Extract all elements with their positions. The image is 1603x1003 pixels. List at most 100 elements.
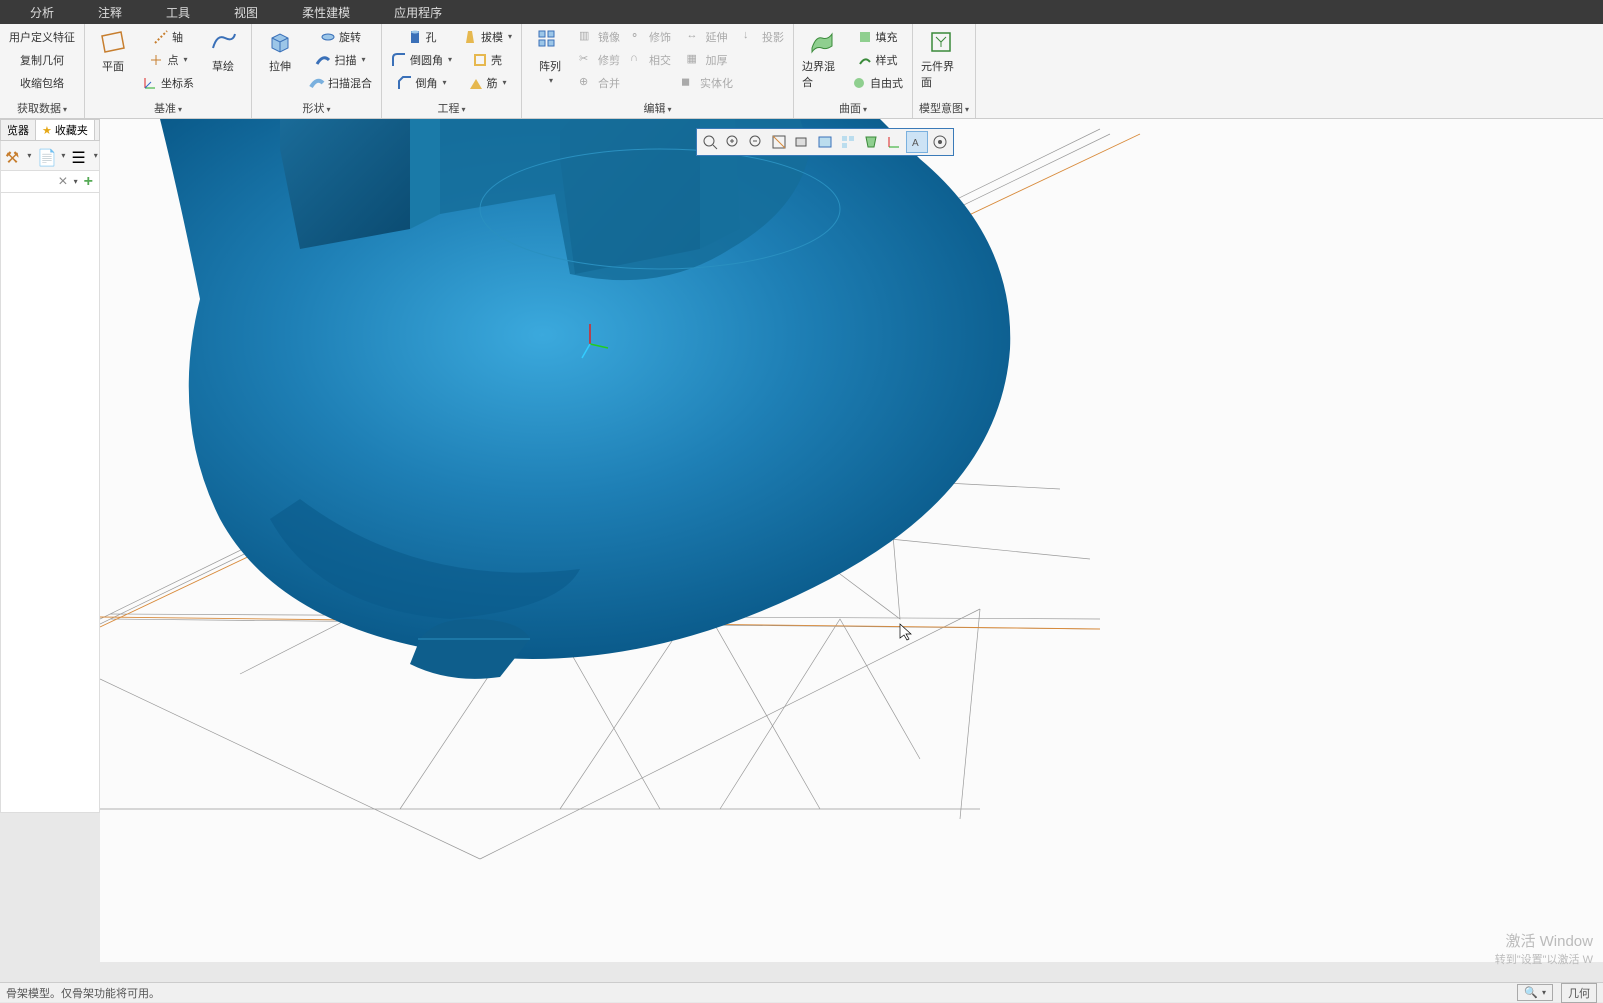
fix-icon: ⚬ [630,29,646,45]
shell-icon [472,52,488,68]
zoom-out-icon [748,134,764,150]
rib-icon [468,75,484,91]
menu-bar: 分析 注释 工具 视图 柔性建模 应用程序 [0,0,1603,24]
tab-favorites[interactable]: ★收藏夹 [36,120,95,140]
intersect-icon: ∩ [630,52,646,68]
spin-center-button[interactable] [929,131,951,153]
datum-display-button[interactable] [883,131,905,153]
menu-tools[interactable]: 工具 [144,4,212,21]
group-datum-label: 基准▾ [91,98,245,118]
component-ui-button[interactable]: 元件界面 [919,26,963,92]
display-style-button[interactable] [791,131,813,153]
ribbon-group-engineering: 孔 倒圆角▾ 倒角▾ 拔模▾ 壳 筋▾ 工程▾ [382,24,522,118]
search-input[interactable] [1,176,54,188]
refit-icon [702,134,718,150]
merge-button[interactable]: ⊕合并 [576,72,623,93]
zoom-in-icon [725,134,741,150]
draft-icon [462,29,478,45]
rib-button[interactable]: 筋▾ [465,72,510,93]
sketch-icon [209,28,237,56]
style-button[interactable]: 样式 [854,49,901,70]
perspective-icon [863,134,879,150]
pattern-icon [536,28,564,56]
left-tabs: 览器 ★收藏夹 [0,119,100,141]
udf-button[interactable]: 用户定义特征 [6,26,78,47]
sweep-button[interactable]: 扫描▾ [312,49,368,70]
status-right-label[interactable]: 几何 [1561,983,1597,1003]
trim-button[interactable]: ✂修剪 [576,49,623,70]
component-ui-icon [927,28,955,56]
status-find-button[interactable]: 🔍▾ [1517,984,1553,1001]
solidify-button[interactable]: ◼实体化 [678,72,736,93]
shrinkwrap-button[interactable]: 收缩包络 [17,72,67,93]
viewport-3d[interactable] [100,119,1603,962]
group-engineering-label: 工程▾ [388,98,515,118]
annotate-display-button[interactable]: A [906,131,928,153]
add-icon[interactable]: + [78,173,99,191]
mirror-icon: ▥ [579,29,595,45]
zoom-out-button[interactable] [745,131,767,153]
sketch-button[interactable]: 草绘 [201,26,245,76]
view-manager-button[interactable] [837,131,859,153]
display-icon [794,134,810,150]
tool-icon-1[interactable]: ⚒ [5,148,19,164]
axis-button[interactable]: 轴 [150,26,186,47]
menu-view[interactable]: 视图 [212,4,280,21]
group-getdata-label: 获取数据▾ [6,98,78,118]
menu-flex[interactable]: 柔性建模 [280,4,372,21]
round-icon [391,52,407,68]
round-button[interactable]: 倒圆角▾ [388,49,455,70]
menu-analysis[interactable]: 分析 [8,4,76,21]
ribbon-group-edit: 阵列▾ ▥镜像 ✂修剪 ⊕合并 ⚬修饰 ∩相交 ↔延伸 ▦加厚 ◼实体化 ↓投影… [522,24,794,118]
plane-button[interactable]: 平面 [91,26,135,76]
draft-button[interactable]: 拔模▾ [459,26,515,47]
plane-icon [99,28,127,56]
csys-button[interactable]: 坐标系 [139,72,197,93]
freestyle-icon [851,75,867,91]
zoom-in-button[interactable] [722,131,744,153]
saved-views-button[interactable] [814,131,836,153]
copy-geom-button[interactable]: 复制几何 [17,49,67,70]
clear-icon[interactable]: × [54,173,71,191]
merge-icon: ⊕ [579,75,595,91]
list-icon[interactable]: ☰ [71,148,85,164]
project-button[interactable]: ↓投影 [740,26,787,47]
revolve-icon [320,29,336,45]
shell-button[interactable]: 壳 [469,49,505,70]
menu-annotate[interactable]: 注释 [76,4,144,21]
extend-button[interactable]: ↔延伸 [684,26,731,47]
axis-icon [153,29,169,45]
fix-button[interactable]: ⚬修饰 [627,26,674,47]
mirror-button[interactable]: ▥镜像 [576,26,623,47]
revolve-button[interactable]: 旋转 [317,26,364,47]
tool-icon-2[interactable]: 📄 [37,148,53,164]
freestyle-button[interactable]: 自由式 [848,72,906,93]
thicken-button[interactable]: ▦加厚 [684,49,731,70]
group-shapes-label: 形状▾ [258,98,375,118]
sweep-blend-button[interactable]: 扫描混合 [306,72,375,93]
intersect-button[interactable]: ∩相交 [627,49,674,70]
pattern-button[interactable]: 阵列▾ [528,26,572,87]
point-button[interactable]: 点▾ [145,49,190,70]
ribbon: 用户定义特征 复制几何 收缩包络 获取数据▾ 平面 轴 点▾ 坐标系 草绘 基准… [0,24,1603,119]
refit-button[interactable] [699,131,721,153]
extend-icon: ↔ [687,29,703,45]
point-icon [148,52,164,68]
ribbon-group-shapes: 拉伸 旋转 扫描▾ 扫描混合 形状▾ [252,24,382,118]
sweep-blend-icon [309,75,325,91]
left-panel-body [0,193,100,813]
extrude-button[interactable]: 拉伸 [258,26,302,76]
boundary-icon [808,28,836,56]
fill-icon [857,29,873,45]
boundary-blend-button[interactable]: 边界混合 [800,26,844,92]
menu-apps[interactable]: 应用程序 [372,4,464,21]
left-toolbar: ⚒▾ 📄▾ ☰▾ ⊞ [0,141,100,171]
repaint-button[interactable] [768,131,790,153]
tab-browser[interactable]: 览器 [1,120,36,140]
perspective-button[interactable] [860,131,882,153]
hole-icon [407,29,423,45]
hole-button[interactable]: 孔 [404,26,440,47]
extrude-icon [266,28,294,56]
fill-button[interactable]: 填充 [854,26,901,47]
chamfer-button[interactable]: 倒角▾ [394,72,450,93]
